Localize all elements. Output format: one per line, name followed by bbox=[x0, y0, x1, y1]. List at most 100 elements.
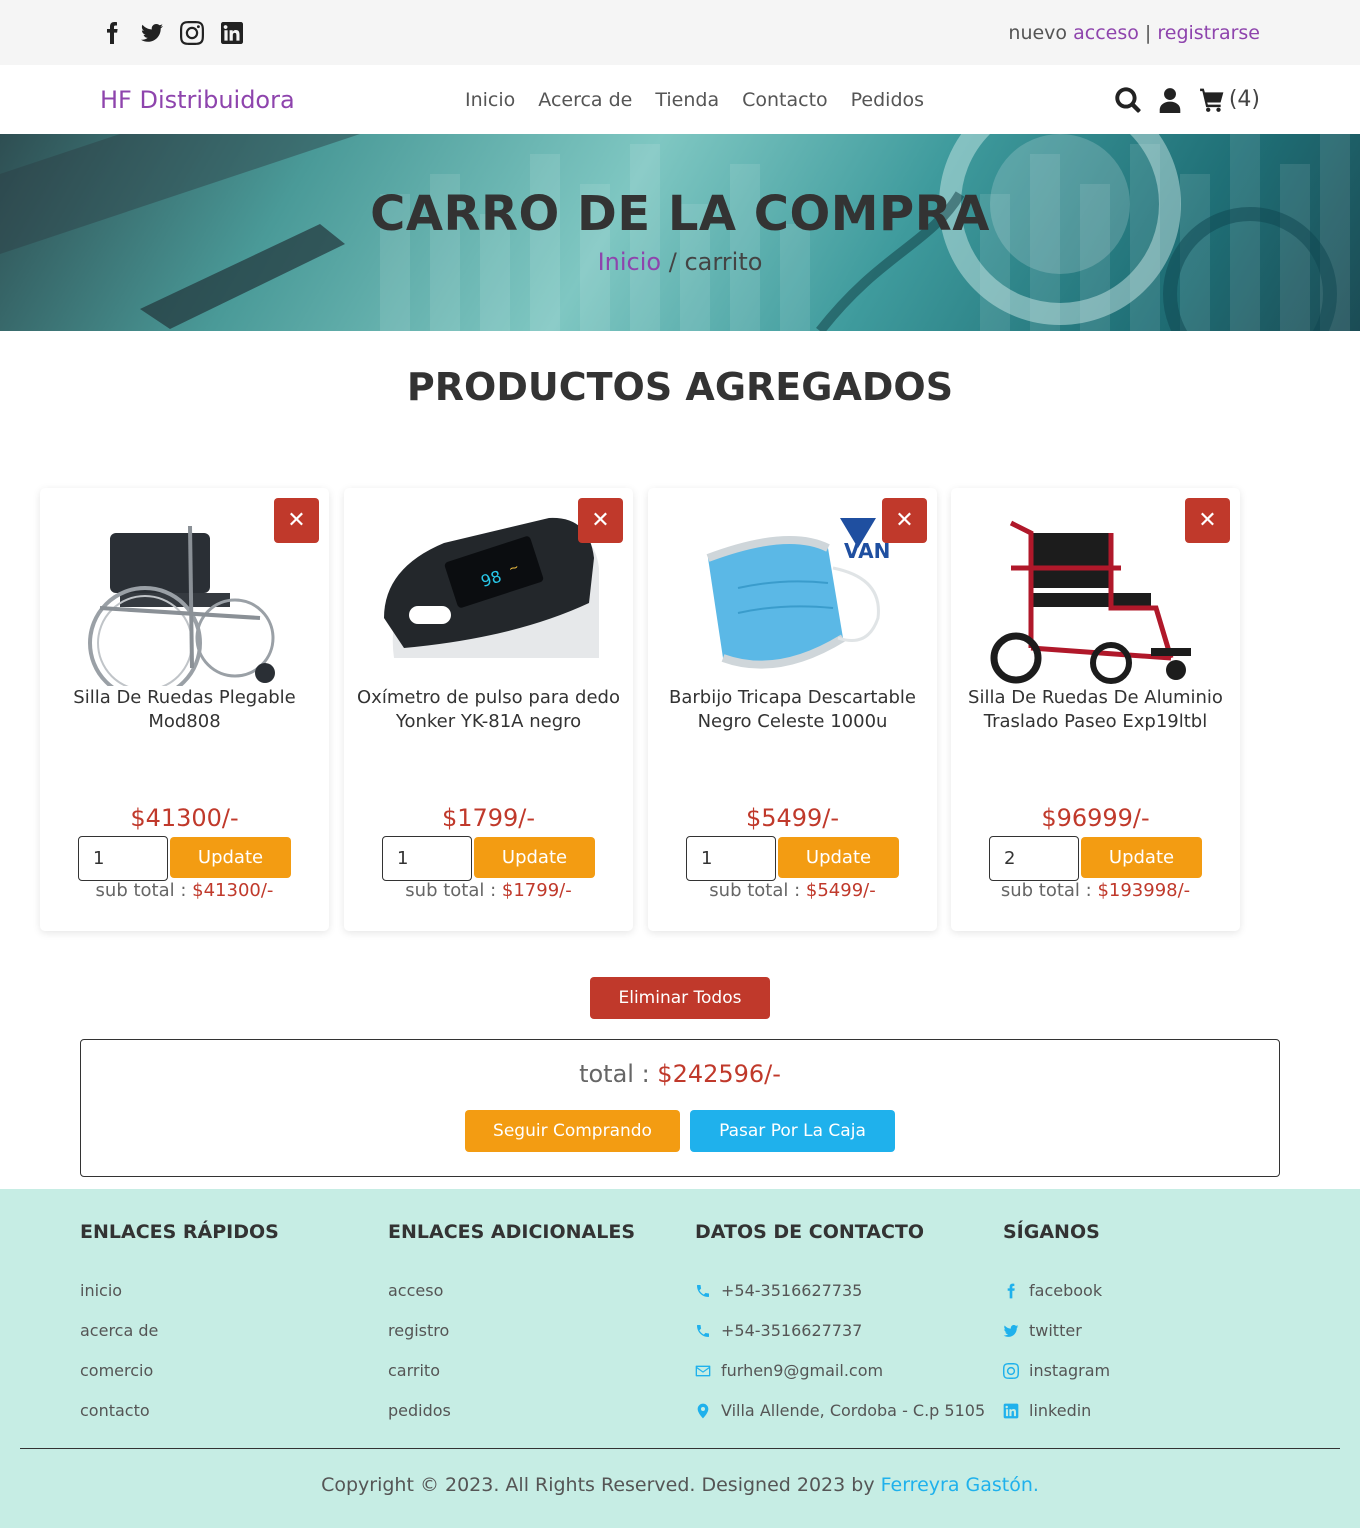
nav-pedidos[interactable]: Pedidos bbox=[851, 89, 924, 111]
footer-linkedin-link[interactable]: linkedin bbox=[1003, 1391, 1110, 1431]
register-link[interactable]: registrarse bbox=[1157, 22, 1260, 44]
linkedin-icon bbox=[1003, 1403, 1019, 1419]
footer-link-contacto[interactable]: contacto bbox=[80, 1391, 279, 1431]
update-button[interactable]: Update bbox=[170, 837, 291, 878]
remove-item-button[interactable]: ✕ bbox=[274, 498, 319, 543]
product-price: $1799/- bbox=[441, 804, 536, 832]
cart-icon bbox=[1199, 87, 1225, 113]
footer-divider bbox=[20, 1448, 1340, 1449]
email-address: furhen9@gmail.com bbox=[721, 1361, 884, 1380]
update-button[interactable]: Update bbox=[778, 837, 899, 878]
delete-all-button[interactable]: Eliminar Todos bbox=[590, 977, 770, 1019]
page-title: CARRO DE LA COMPRA bbox=[370, 186, 990, 242]
oximeter-image: 98 ~ bbox=[364, 508, 613, 686]
footer-phone-2[interactable]: +54-3516627737 bbox=[695, 1311, 985, 1351]
main-nav: Inicio Acerca de Tienda Contacto Pedidos bbox=[465, 65, 924, 134]
continue-shopping-button[interactable]: Seguir Comprando bbox=[465, 1110, 680, 1152]
update-button[interactable]: Update bbox=[1081, 837, 1202, 878]
auth-separator: | bbox=[1144, 21, 1152, 44]
quantity-input[interactable] bbox=[78, 836, 168, 881]
site-logo[interactable]: HF Distribuidora bbox=[100, 86, 295, 114]
footer-link-inicio[interactable]: inicio bbox=[80, 1271, 279, 1311]
cart-products: ✕ Silla De Ruedas Plegable Mod808 $41300… bbox=[0, 419, 1360, 931]
nav-acerca-de[interactable]: Acerca de bbox=[538, 89, 632, 111]
product-price: $96999/- bbox=[1041, 804, 1150, 832]
footer-contact: DATOS DE CONTACTO +54-3516627735 +54-351… bbox=[695, 1221, 985, 1431]
social-label: linkedin bbox=[1029, 1401, 1092, 1420]
top-bar: nuevo acceso | registrarse bbox=[0, 0, 1360, 65]
search-icon[interactable] bbox=[1115, 86, 1141, 113]
footer-link-registro[interactable]: registro bbox=[388, 1311, 635, 1351]
quantity-row: Update bbox=[78, 836, 291, 881]
footer-phone-1[interactable]: +54-3516627735 bbox=[695, 1271, 985, 1311]
footer-link-carrito[interactable]: carrito bbox=[388, 1351, 635, 1391]
facebook-icon bbox=[1007, 1283, 1015, 1299]
cart-total: total : $242596/- bbox=[81, 1060, 1279, 1088]
subtotal-value: $193998/- bbox=[1097, 880, 1191, 901]
remove-item-button[interactable]: ✕ bbox=[1185, 498, 1230, 543]
total-actions: Seguir Comprando Pasar Por La Caja bbox=[81, 1110, 1279, 1152]
footer-address[interactable]: Villa Allende, Cordoba - C.p 5105 bbox=[695, 1391, 985, 1431]
remove-item-button[interactable]: ✕ bbox=[578, 498, 623, 543]
total-value: $242596/- bbox=[657, 1060, 781, 1088]
update-button[interactable]: Update bbox=[474, 837, 595, 878]
header-icons: (4) bbox=[1115, 86, 1260, 113]
footer-instagram-link[interactable]: instagram bbox=[1003, 1351, 1110, 1391]
product-name: Barbijo Tricapa Descartable Negro Celest… bbox=[668, 687, 917, 732]
breadcrumb-home-link[interactable]: Inicio bbox=[598, 248, 662, 276]
site-footer: ENLACES RÁPIDOS inicio acerca de comerci… bbox=[0, 1189, 1360, 1528]
checkout-button[interactable]: Pasar Por La Caja bbox=[690, 1110, 895, 1152]
footer-facebook-link[interactable]: facebook bbox=[1003, 1271, 1110, 1311]
remove-item-button[interactable]: ✕ bbox=[882, 498, 927, 543]
quantity-input[interactable] bbox=[686, 836, 776, 881]
section-title: PRODUCTOS AGREGADOS bbox=[406, 365, 954, 409]
twitter-icon[interactable] bbox=[140, 21, 164, 45]
footer-quick-links: ENLACES RÁPIDOS inicio acerca de comerci… bbox=[80, 1221, 279, 1431]
subtotal-label: sub total : bbox=[709, 880, 806, 901]
login-link[interactable]: acceso bbox=[1073, 22, 1139, 44]
quantity-input[interactable] bbox=[989, 836, 1079, 881]
footer-link-acceso[interactable]: acceso bbox=[388, 1271, 635, 1311]
nav-contacto[interactable]: Contacto bbox=[742, 89, 828, 111]
envelope-icon bbox=[695, 1365, 711, 1377]
product-name: Silla De Ruedas Plegable Mod808 bbox=[73, 687, 296, 732]
address-text: Villa Allende, Cordoba - C.p 5105 bbox=[721, 1401, 986, 1420]
map-marker-icon bbox=[697, 1403, 709, 1419]
banner-content: CARRO DE LA COMPRA Inicio / carrito bbox=[0, 186, 1360, 276]
subtotal-value: $5499/- bbox=[805, 880, 876, 901]
phone-number: +54-3516627737 bbox=[721, 1321, 863, 1340]
subtotal-value: $41300/- bbox=[192, 880, 274, 901]
cart-link[interactable]: (4) bbox=[1199, 87, 1260, 113]
main-header: HF Distribuidora Inicio Acerca de Tienda… bbox=[0, 65, 1360, 134]
cart-count: (4) bbox=[1228, 87, 1260, 112]
footer-link-acerca-de[interactable]: acerca de bbox=[80, 1311, 279, 1351]
auth-prefix: nuevo bbox=[1008, 21, 1068, 44]
quantity-input[interactable] bbox=[382, 836, 472, 881]
red-wheelchair-image bbox=[971, 508, 1220, 686]
linkedin-icon[interactable] bbox=[220, 21, 244, 45]
social-links bbox=[100, 20, 244, 45]
nav-inicio[interactable]: Inicio bbox=[465, 89, 515, 111]
quantity-row: Update bbox=[382, 836, 595, 881]
wheelchair-image bbox=[60, 508, 309, 686]
footer-twitter-link[interactable]: twitter bbox=[1003, 1311, 1110, 1351]
facebook-icon[interactable] bbox=[100, 21, 124, 45]
footer-heading: DATOS DE CONTACTO bbox=[695, 1221, 925, 1243]
social-label: instagram bbox=[1029, 1361, 1111, 1380]
copyright: Copyright © 2023. All Rights Reserved. D… bbox=[0, 1474, 1360, 1496]
footer-link-comercio[interactable]: comercio bbox=[80, 1351, 279, 1391]
footer-follow: SÍGANOS facebook twitter instagram linke… bbox=[1003, 1221, 1110, 1431]
instagram-icon[interactable] bbox=[180, 20, 204, 45]
face-mask-image: VAN bbox=[668, 508, 917, 686]
footer-email[interactable]: furhen9@gmail.com bbox=[695, 1351, 985, 1391]
nav-tienda[interactable]: Tienda bbox=[655, 89, 719, 111]
quantity-row: Update bbox=[686, 836, 899, 881]
product-card: VAN ✕ Barbijo Tricapa Descartable Negro … bbox=[648, 488, 937, 931]
breadcrumb: Inicio / carrito bbox=[0, 248, 1360, 276]
product-subtotal: sub total : $5499/- bbox=[648, 880, 937, 901]
product-price: $5499/- bbox=[745, 804, 840, 832]
author-link[interactable]: Ferreyra Gastón. bbox=[881, 1474, 1039, 1496]
product-name: Silla De Ruedas De Aluminio Traslado Pas… bbox=[968, 687, 1223, 732]
user-icon[interactable] bbox=[1157, 87, 1183, 113]
footer-link-pedidos[interactable]: pedidos bbox=[388, 1391, 635, 1431]
